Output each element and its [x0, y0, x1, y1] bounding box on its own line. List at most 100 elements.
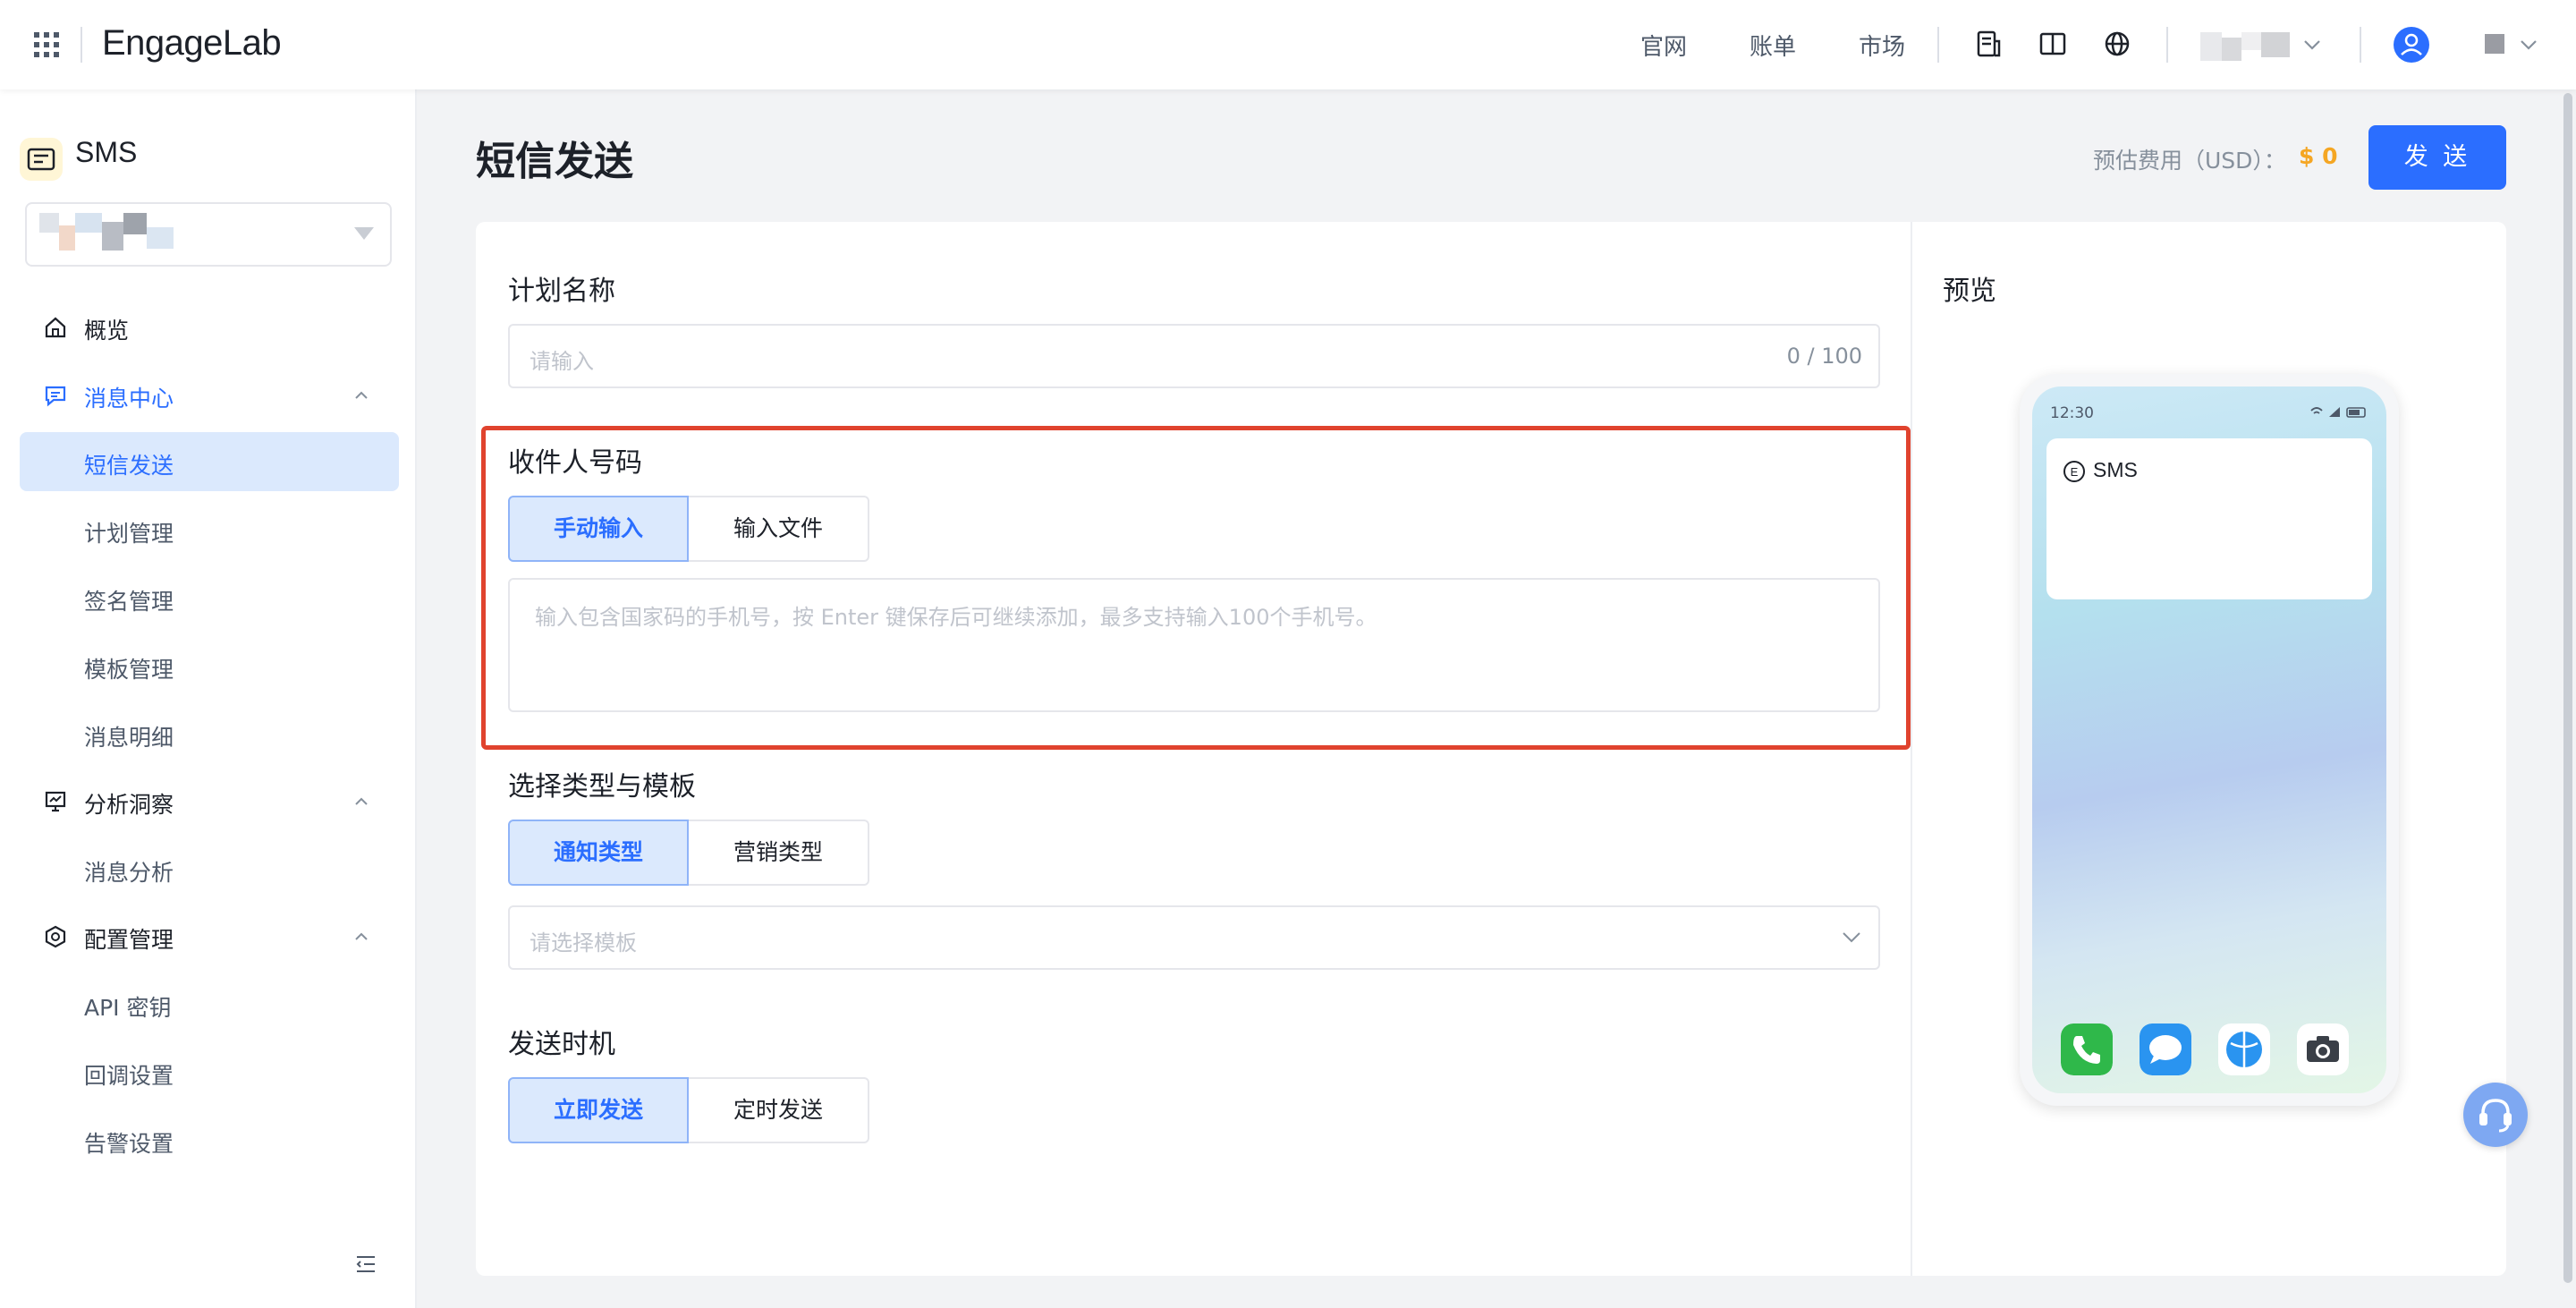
nav-divider: [1937, 27, 1939, 63]
app-name-blurred: [39, 213, 174, 251]
send-button[interactable]: 发 送: [2368, 125, 2506, 190]
estimated-cost-value: $ 0: [2299, 143, 2338, 169]
sidebar-item-label: 计划管理: [84, 521, 174, 547]
svg-text:E: E: [2071, 465, 2079, 479]
send-time-label: 发送时机: [508, 1029, 615, 1060]
scrollbar-thumb[interactable]: [2563, 93, 2572, 1283]
tab-manual-input[interactable]: 手动输入: [508, 496, 689, 562]
account-blurred[interactable]: [2200, 32, 2290, 61]
book-icon[interactable]: [2038, 29, 2068, 59]
sidebar-item-message-details[interactable]: 消息明细: [20, 704, 399, 763]
sidebar-item-signature-management[interactable]: 签名管理: [20, 568, 399, 627]
select-caret-icon: [354, 227, 374, 240]
phone-icon: [2061, 1023, 2113, 1075]
sidebar-item-label: 告警设置: [84, 1131, 174, 1157]
status-bar-icon: [2310, 407, 2366, 418]
sidebar-item-template-management[interactable]: 模板管理: [20, 636, 399, 695]
sidebar-item-sms-send[interactable]: 短信发送: [20, 432, 399, 491]
user-avatar-icon[interactable]: [2394, 27, 2429, 63]
sidebar-item-label: 模板管理: [84, 657, 174, 683]
page-title: 短信发送: [476, 139, 633, 184]
recipients-label: 收件人号码: [508, 447, 642, 479]
browser-icon: [2218, 1023, 2270, 1075]
messages-icon: [2140, 1023, 2191, 1075]
tab-marketing-type[interactable]: 营销类型: [689, 820, 869, 886]
message-type-selector: 通知类型 营销类型: [508, 820, 869, 886]
chevron-up-icon: [355, 932, 368, 940]
phone-preview: 12:30 E SMS: [2020, 374, 2399, 1106]
customer-support-button[interactable]: [2463, 1083, 2528, 1147]
chevron-down-icon: [1843, 932, 1860, 943]
plan-name-label: 计划名称: [508, 276, 615, 307]
preview-title: 预览: [1943, 276, 1996, 307]
message-icon: [45, 386, 66, 407]
headset-icon: [2479, 1099, 2512, 1133]
sidebar-item-overview[interactable]: 概览: [0, 297, 417, 356]
engagelab-e-icon: E: [2063, 461, 2085, 482]
header-divider: [80, 27, 82, 63]
sms-preview-bubble: E SMS: [2046, 438, 2372, 599]
sidebar-item-label: 分析洞察: [84, 792, 174, 818]
home-icon: [45, 317, 66, 338]
sidebar-group-analytics[interactable]: 分析洞察: [0, 771, 417, 830]
chevron-down-icon[interactable]: [2302, 38, 2322, 52]
product-title: SMS: [75, 136, 138, 168]
sidebar-item-label: 回调设置: [84, 1063, 174, 1089]
sidebar-item-label: 消息中心: [84, 386, 174, 412]
sidebar-item-callback-settings[interactable]: 回调设置: [20, 1042, 399, 1101]
sidebar-item-alert-settings[interactable]: 告警设置: [20, 1110, 399, 1169]
phone-screen: 12:30 E SMS: [2032, 386, 2386, 1093]
sidebar: SMS 概览 消息中心 短信发送 计划管理 签名管理 模板管理 消息明细 分析洞…: [0, 89, 417, 1308]
tab-file-input[interactable]: 输入文件: [689, 496, 869, 562]
chevron-up-icon: [355, 797, 368, 805]
sidebar-item-message-analysis[interactable]: 消息分析: [20, 839, 399, 898]
sidebar-item-label: 消息明细: [84, 725, 174, 751]
docs-icon[interactable]: [1973, 29, 2004, 59]
globe-icon[interactable]: [2102, 29, 2132, 59]
card-divider: [1911, 222, 1912, 1276]
top-bar: EngageLab 官网 账单 市场: [0, 0, 2576, 89]
chevron-down-icon[interactable]: [2519, 38, 2538, 52]
sidebar-item-label: 概览: [84, 318, 130, 344]
template-select[interactable]: 请选择模板: [508, 905, 1880, 970]
app-grid-icon[interactable]: [34, 32, 59, 57]
sidebar-item-label: 签名管理: [84, 589, 174, 615]
type-template-label: 选择类型与模板: [508, 771, 696, 803]
sms-sender: SMS: [2093, 458, 2138, 481]
sidebar-group-configuration[interactable]: 配置管理: [0, 906, 417, 965]
sidebar-item-label: 消息分析: [84, 860, 174, 886]
sidebar-item-label: 配置管理: [84, 927, 174, 953]
sidebar-item-label: 短信发送: [84, 453, 174, 479]
plan-name-input[interactable]: 请输入 0 / 100: [508, 324, 1880, 388]
estimated-cost-label: 预估费用（USD）：: [2093, 148, 2286, 174]
nav-divider: [2166, 27, 2168, 63]
nav-market[interactable]: 市场: [1859, 29, 1905, 62]
sidebar-item-label: API 密钥: [84, 995, 172, 1021]
recipients-placeholder: 输入包含国家码的手机号，按 Enter 键保存后可继续添加，最多支持输入100个…: [535, 605, 1377, 630]
sms-product-icon: [20, 138, 63, 181]
phone-time: 12:30: [2050, 404, 2094, 422]
plan-name-placeholder: 请输入: [530, 349, 594, 374]
recipients-textarea[interactable]: 输入包含国家码的手机号，按 Enter 键保存后可继续添加，最多支持输入100个…: [508, 578, 1880, 712]
analytics-icon: [45, 791, 66, 812]
send-time-selector: 立即发送 定时发送: [508, 1077, 869, 1143]
nav-divider: [2360, 27, 2361, 63]
sidebar-item-plan-management[interactable]: 计划管理: [20, 500, 399, 559]
recipients-input-mode: 手动输入 输入文件: [508, 496, 869, 562]
collapse-sidebar-icon[interactable]: [354, 1253, 377, 1276]
template-placeholder: 请选择模板: [530, 930, 637, 956]
engagelab-logo[interactable]: EngageLab: [102, 23, 282, 64]
sidebar-group-message-center[interactable]: 消息中心: [0, 365, 417, 424]
username-blurred[interactable]: [2485, 34, 2506, 54]
settings-icon: [45, 925, 66, 948]
nav-official-site[interactable]: 官网: [1640, 29, 1687, 62]
tab-scheduled-send[interactable]: 定时发送: [689, 1077, 869, 1143]
app-select[interactable]: [25, 202, 392, 267]
chevron-up-icon: [355, 391, 368, 399]
nav-billing[interactable]: 账单: [1750, 29, 1796, 62]
tab-notification-type[interactable]: 通知类型: [508, 820, 689, 886]
sidebar-item-api-key[interactable]: API 密钥: [20, 974, 399, 1033]
camera-icon: [2297, 1023, 2349, 1075]
tab-send-now[interactable]: 立即发送: [508, 1077, 689, 1143]
plan-name-counter: 0 / 100: [1786, 344, 1862, 369]
